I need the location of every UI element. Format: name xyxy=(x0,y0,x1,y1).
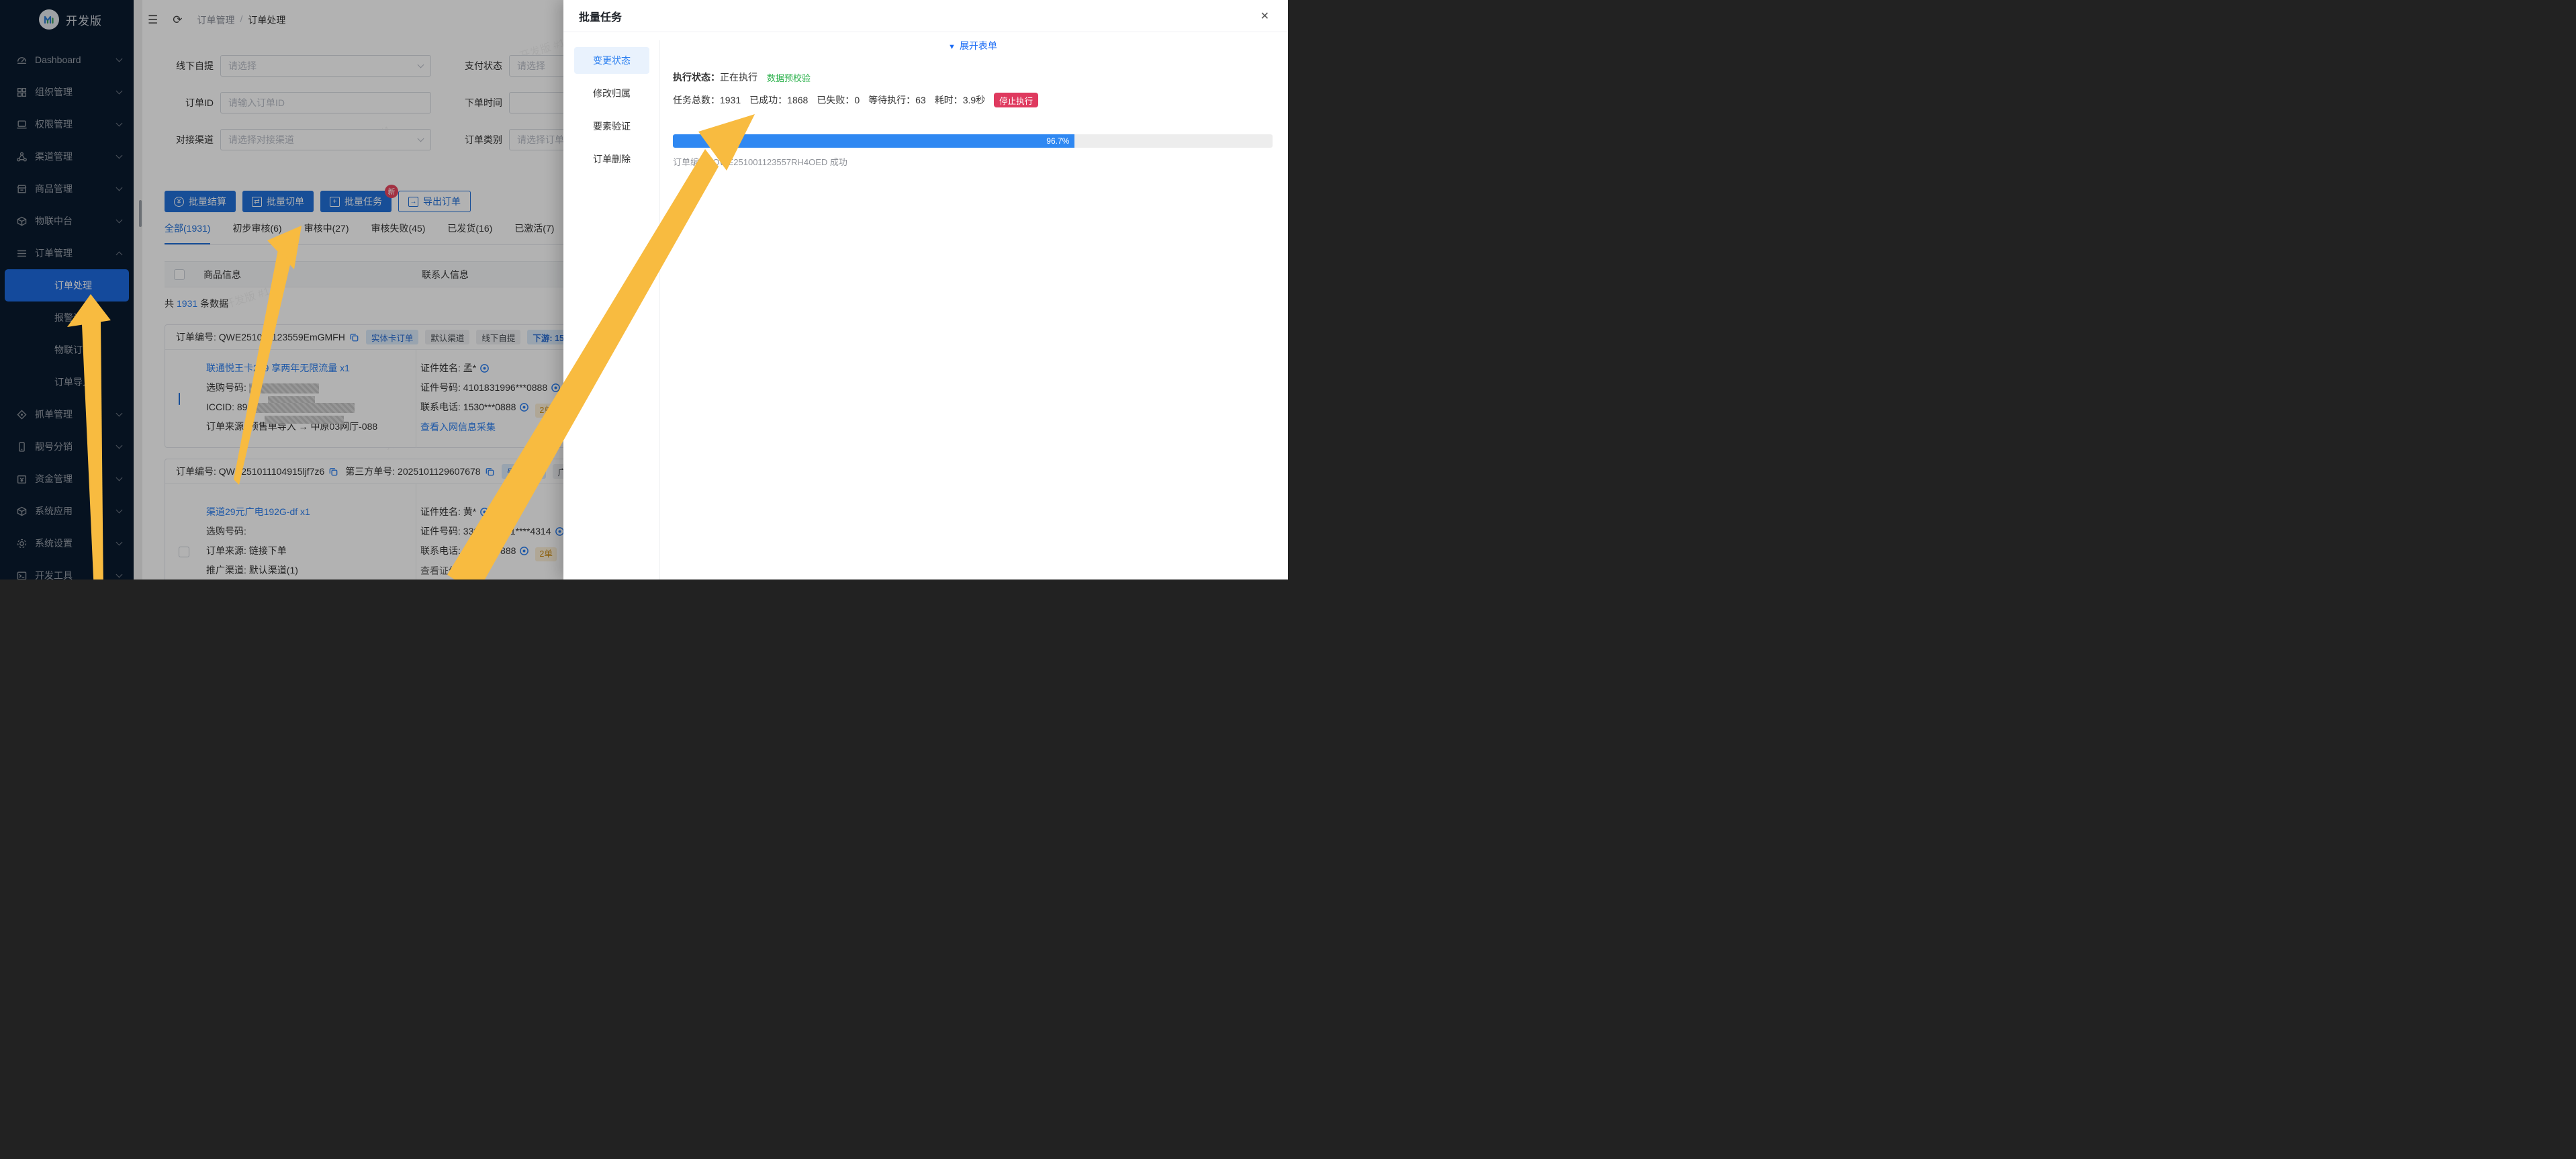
task-counts-line: 任务总数：1931 已成功：1868 已失败：0 等待执行：63 耗时：3.9秒… xyxy=(673,93,1273,107)
pre-validation-label: 数据预校验 xyxy=(767,71,811,84)
progress-percent-label: 96.7% xyxy=(1046,136,1074,146)
drawer-tab-order-delete[interactable]: 订单删除 xyxy=(574,146,649,173)
triangle-down-icon: ▼ xyxy=(948,43,956,51)
status-value: 正在执行 xyxy=(720,71,757,84)
drawer-tab-modify-ownership[interactable]: 修改归属 xyxy=(574,80,649,107)
task-result-line: 订单编号: QWE251001123557RH4OED 成功 xyxy=(673,155,1273,168)
drawer-tab-change-status[interactable]: 变更状态 xyxy=(574,47,649,74)
stop-execution-button[interactable]: 停止执行 xyxy=(994,93,1038,107)
expand-form-label: 展开表单 xyxy=(960,40,997,51)
drawer-tab-element-verify[interactable]: 要素验证 xyxy=(574,113,649,140)
drawer-title: 批量任务 xyxy=(579,8,622,24)
status-label: 执行状态： xyxy=(673,71,720,84)
drawer-header: 批量任务 ✕ xyxy=(563,0,1288,32)
close-icon[interactable]: ✕ xyxy=(1260,9,1269,23)
progress-bar: 96.7% xyxy=(673,134,1273,148)
batch-task-drawer: 批量任务 ✕ 变更状态 修改归属 要素验证 订单删除 ▼ 展开表单 执行状态： 正… xyxy=(563,0,1288,580)
app-window: 开发版 Dashboard 组织管理 权限管理 渠道管理 商品管理 xyxy=(0,0,1288,580)
expand-form-link[interactable]: ▼ 展开表单 xyxy=(673,39,1273,52)
progress-fill: 96.7% xyxy=(673,134,1074,148)
execution-status-line: 执行状态： 正在执行 数据预校验 xyxy=(673,71,1273,84)
drawer-tab-list: 变更状态 修改归属 要素验证 订单删除 xyxy=(574,47,649,173)
drawer-divider xyxy=(659,40,660,580)
drawer-content: ▼ 展开表单 执行状态： 正在执行 数据预校验 任务总数：1931 已成功：186… xyxy=(673,32,1273,168)
drawer-overlay-mask[interactable] xyxy=(0,0,563,580)
